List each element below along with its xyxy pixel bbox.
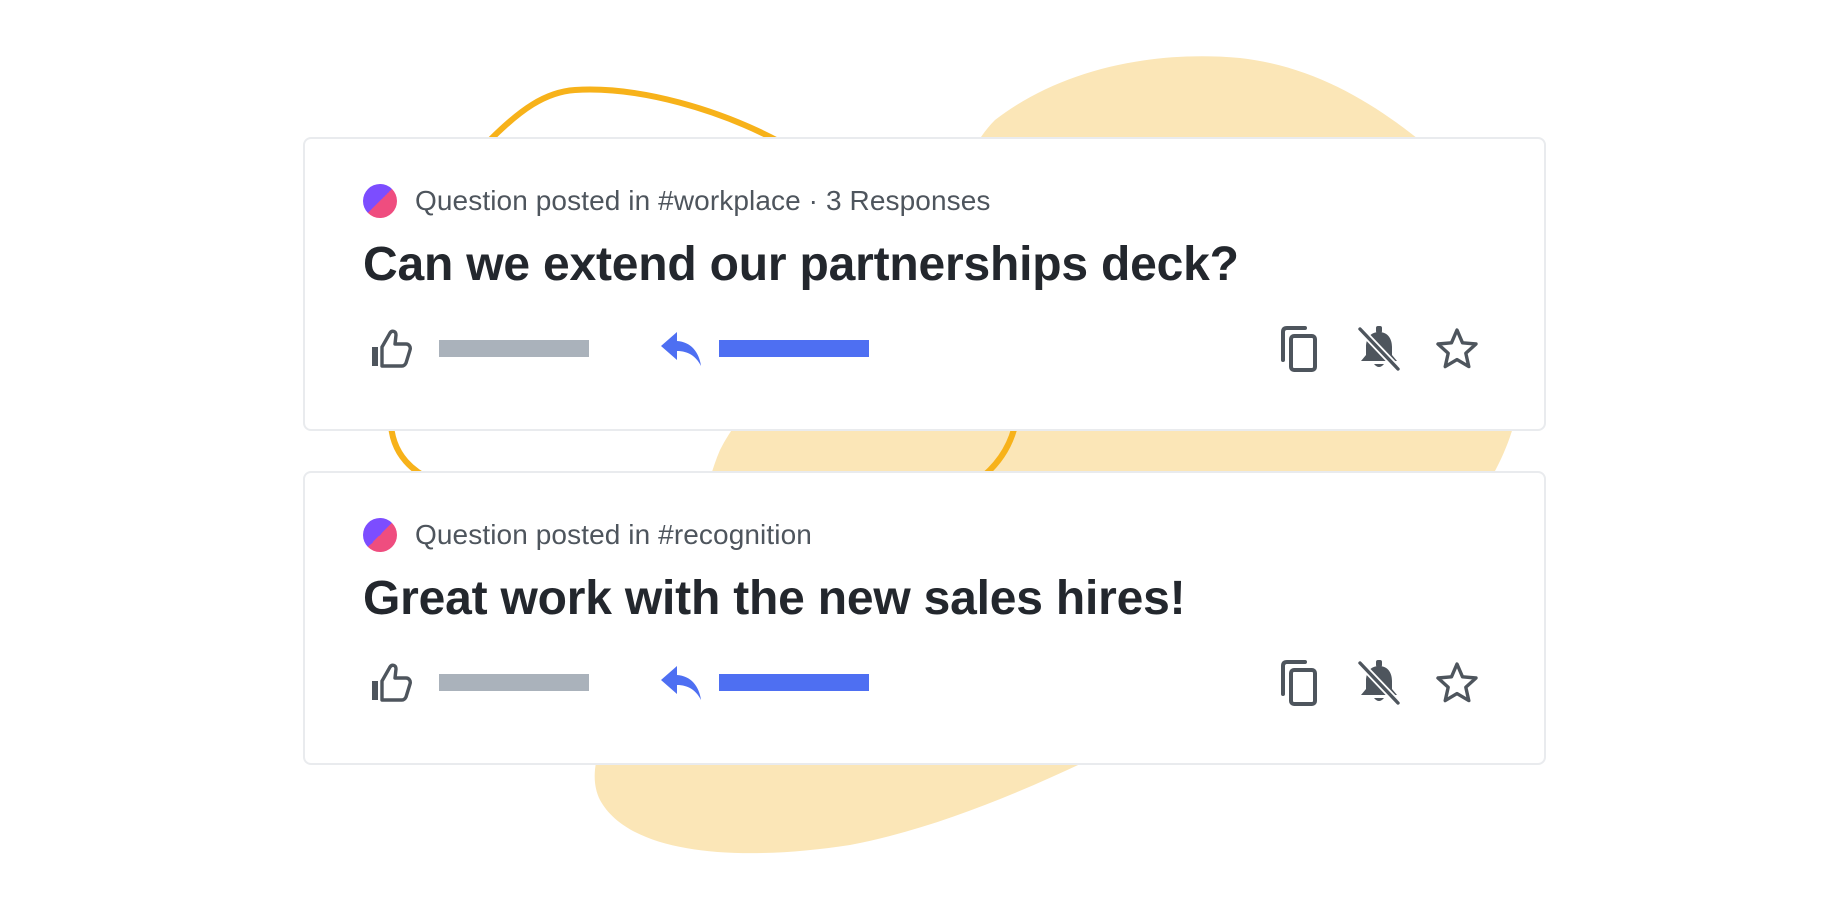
reply-icon [661, 666, 701, 700]
reply-icon [661, 332, 701, 366]
post-meta: Question posted in #recognition [363, 515, 812, 555]
copy-icon [1281, 660, 1317, 706]
star-button[interactable] [1433, 658, 1481, 708]
post-meta-text: Question posted in #recognition [415, 519, 812, 550]
background-decoration [387, 56, 1526, 854]
reply-button[interactable] [659, 328, 703, 370]
star-icon [1436, 328, 1478, 369]
question-card[interactable]: Question posted in #recognition Great wo… [303, 471, 1546, 765]
avatar [363, 184, 397, 218]
like-button[interactable] [369, 327, 413, 371]
post-meta-text: Question posted in #workplace · 3 Respon… [415, 185, 991, 216]
question-card[interactable]: Question posted in #workplace · 3 Respon… [303, 137, 1546, 431]
question-title[interactable]: Can we extend our partnerships deck? [363, 237, 1239, 292]
reply-button[interactable] [659, 662, 703, 704]
action-row [305, 319, 1544, 379]
like-button[interactable] [369, 661, 413, 705]
like-count-placeholder [439, 340, 589, 357]
action-row [305, 653, 1544, 713]
bell-off-icon [1357, 660, 1401, 706]
bell-off-icon [1357, 326, 1401, 372]
thumbs-up-icon [372, 329, 412, 368]
mute-button[interactable] [1355, 324, 1403, 374]
post-meta: Question posted in #workplace · 3 Respon… [363, 181, 991, 221]
copy-button[interactable] [1275, 324, 1323, 374]
reply-count-placeholder [719, 674, 869, 691]
star-icon [1436, 662, 1478, 703]
like-count-placeholder [439, 674, 589, 691]
thumbs-up-icon [372, 663, 412, 702]
star-button[interactable] [1433, 324, 1481, 374]
copy-button[interactable] [1275, 658, 1323, 708]
question-title[interactable]: Great work with the new sales hires! [363, 571, 1186, 626]
reply-count-placeholder [719, 340, 869, 357]
avatar [363, 518, 397, 552]
mute-button[interactable] [1355, 658, 1403, 708]
copy-icon [1281, 326, 1317, 372]
canvas: Question posted in #workplace · 3 Respon… [0, 0, 1840, 900]
